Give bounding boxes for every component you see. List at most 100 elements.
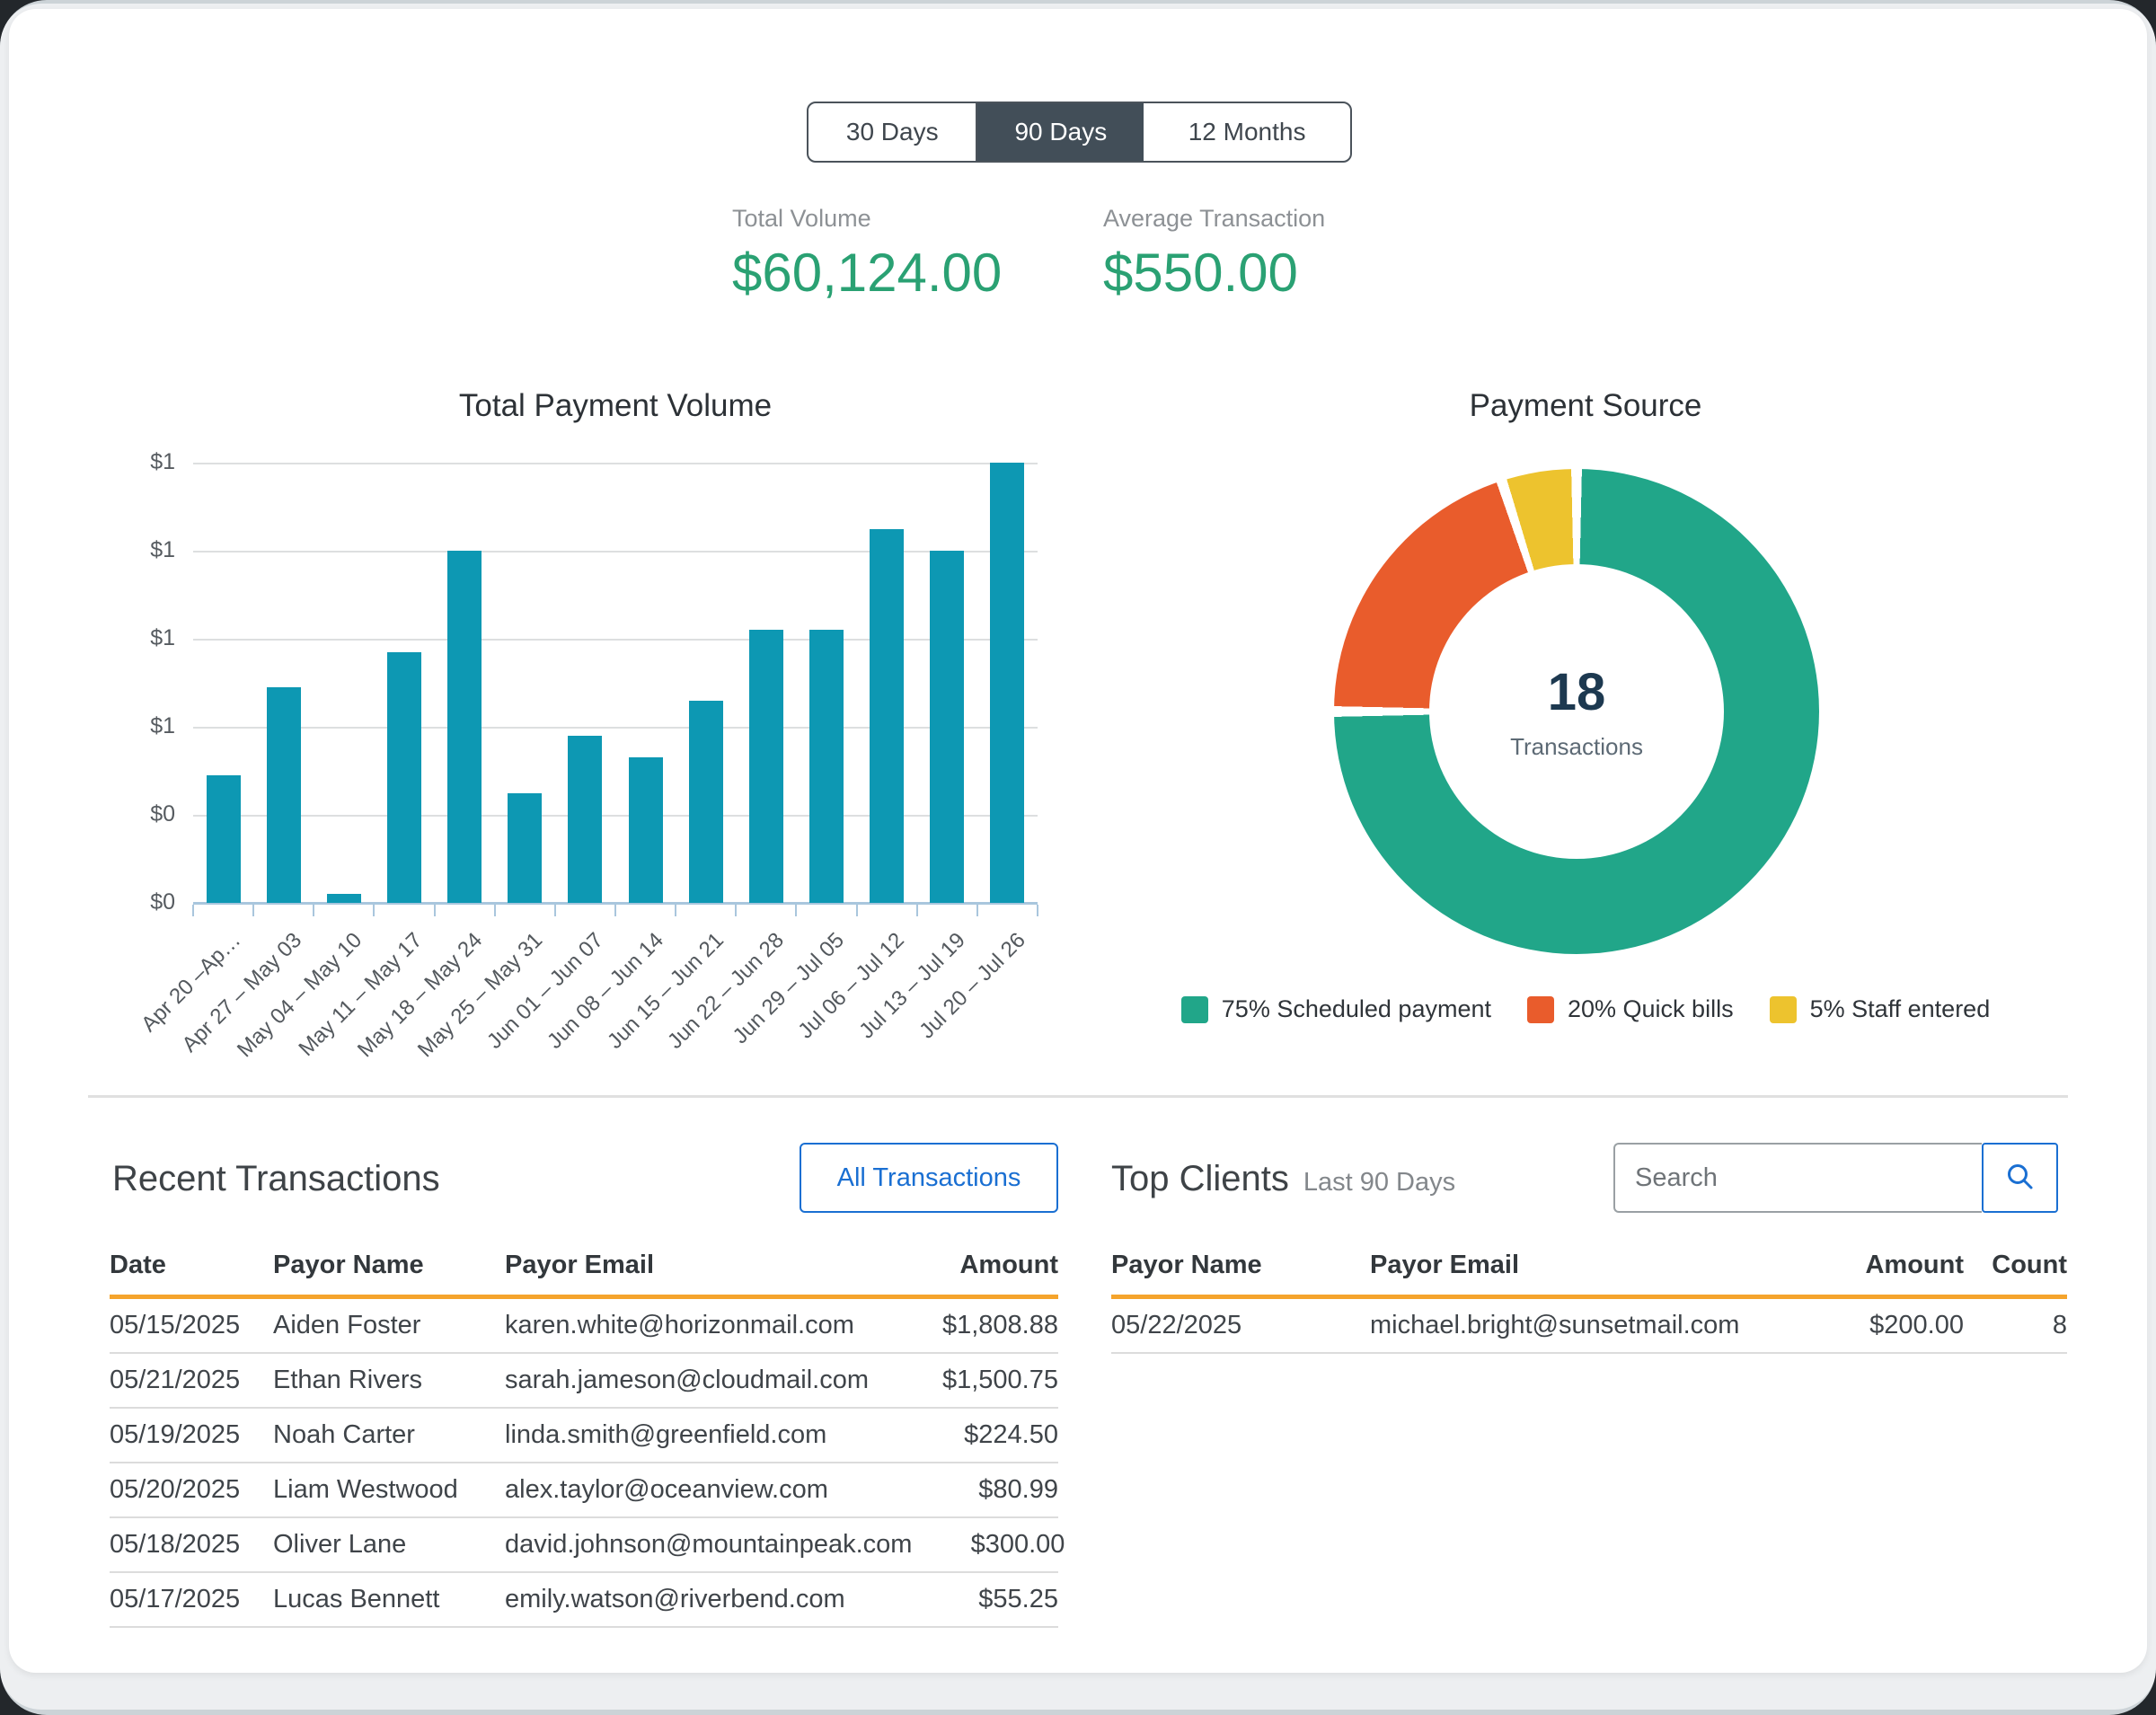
cell-date: 05/15/2025 bbox=[110, 1311, 273, 1340]
y-axis-label: $1 bbox=[103, 537, 175, 563]
cell-payor-email: linda.smith@greenfield.com bbox=[505, 1420, 906, 1450]
volume-bar-apr-27-may-03 bbox=[267, 687, 301, 903]
legend-item-staff-entered: 5% Staff entered bbox=[1770, 995, 1991, 1023]
recent-transactions-table: Date Payor Name Payor Email Amount 05/15… bbox=[110, 1251, 1058, 1628]
axis-tick bbox=[976, 905, 978, 916]
axis-tick bbox=[554, 905, 556, 916]
table-row[interactable]: 05/17/2025Lucas Bennettemily.watson@rive… bbox=[110, 1573, 1058, 1628]
volume-bar-jun-29-jul-05 bbox=[809, 630, 844, 903]
header-amount: Amount bbox=[906, 1251, 1058, 1280]
cell-amount: $200.00 bbox=[1807, 1311, 1964, 1340]
cell-amount: $55.25 bbox=[906, 1585, 1058, 1614]
cell-payor-email: alex.taylor@oceanview.com bbox=[505, 1475, 906, 1505]
axis-tick bbox=[675, 905, 676, 916]
y-axis-label: $1 bbox=[103, 449, 175, 475]
volume-bar-jul-13-jul-19 bbox=[930, 551, 964, 903]
axis-tick bbox=[192, 905, 194, 916]
axis-tick bbox=[916, 905, 918, 916]
donut-center: 18 Transactions bbox=[1429, 564, 1724, 859]
cell-payor-email: emily.watson@riverbend.com bbox=[505, 1585, 906, 1614]
header-count: Count bbox=[1964, 1251, 2067, 1280]
donut-center-value: 18 bbox=[1548, 662, 1606, 722]
volume-bar-jun-22-jun-28 bbox=[749, 630, 783, 903]
cell-payor-name: Lucas Bennett bbox=[273, 1585, 505, 1614]
legend-item-scheduled-payment: 75% Scheduled payment bbox=[1181, 995, 1491, 1023]
axis-tick bbox=[614, 905, 616, 916]
recent-transactions-title: Recent Transactions bbox=[112, 1159, 440, 1199]
table-row[interactable]: 05/22/2025michael.bright@sunsetmail.com$… bbox=[1111, 1299, 2067, 1354]
search-input[interactable] bbox=[1613, 1143, 1982, 1213]
axis-tick bbox=[735, 905, 737, 916]
axis-tick bbox=[252, 905, 254, 916]
axis-tick bbox=[856, 905, 858, 916]
cell-payor-name: Liam Westwood bbox=[273, 1475, 505, 1505]
header-payor-name: Payor Name bbox=[1111, 1251, 1370, 1280]
cell-payor-name: Ethan Rivers bbox=[273, 1366, 505, 1395]
volume-bar-jun-15-jun-21 bbox=[689, 701, 723, 903]
legend-swatch bbox=[1770, 996, 1797, 1023]
table-row[interactable]: 05/20/2025Liam Westwoodalex.taylor@ocean… bbox=[110, 1463, 1058, 1518]
volume-bar-jul-06-jul-12 bbox=[870, 529, 904, 904]
table-row[interactable]: 05/21/2025Ethan Riverssarah.jameson@clou… bbox=[110, 1354, 1058, 1409]
cell-payor-email: karen.white@horizonmail.com bbox=[505, 1311, 906, 1340]
recent-table-header: Date Payor Name Payor Email Amount bbox=[110, 1251, 1058, 1299]
volume-bar-jun-08-jun-14 bbox=[629, 757, 663, 903]
table-row[interactable]: 05/19/2025Noah Carterlinda.smith@greenfi… bbox=[110, 1409, 1058, 1463]
gridline bbox=[193, 463, 1038, 464]
search-icon bbox=[2003, 1161, 2037, 1195]
top-clients-title: Top ClientsLast 90 Days bbox=[1111, 1159, 1455, 1199]
volume-bar-may-11-may-17 bbox=[387, 652, 421, 903]
gridline bbox=[193, 815, 1038, 817]
cell-payor-name: Oliver Lane bbox=[273, 1530, 505, 1560]
header-payor-email: Payor Email bbox=[505, 1251, 906, 1280]
volume-bar-jul-20-jul-26 bbox=[990, 463, 1024, 903]
axis-tick bbox=[434, 905, 436, 916]
cell-amount: $80.99 bbox=[906, 1475, 1058, 1505]
gridline bbox=[193, 727, 1038, 729]
x-axis-label: Jul 06 – Jul 12 bbox=[794, 928, 910, 1044]
cell-amount: $300.00 bbox=[912, 1530, 1065, 1560]
cell-amount: $1,500.75 bbox=[906, 1366, 1058, 1395]
search-button[interactable] bbox=[1982, 1143, 2058, 1213]
top-clients-table-header: Payor Name Payor Email Amount Count bbox=[1111, 1251, 2067, 1299]
cell-payor-email: sarah.jameson@cloudmail.com bbox=[505, 1366, 906, 1395]
cell-payor-email: michael.bright@sunsetmail.com bbox=[1370, 1311, 1807, 1340]
axis-tick bbox=[494, 905, 496, 916]
gridline bbox=[193, 639, 1038, 641]
cell-date: 05/19/2025 bbox=[110, 1420, 273, 1450]
table-row[interactable]: 05/18/2025Oliver Lanedavid.johnson@mount… bbox=[110, 1518, 1058, 1573]
axis-tick bbox=[1037, 905, 1038, 916]
legend-swatch bbox=[1181, 996, 1208, 1023]
donut-chart-title: Payment Source bbox=[1231, 388, 1940, 424]
y-axis-label: $1 bbox=[103, 625, 175, 651]
cell-amount: $224.50 bbox=[906, 1420, 1058, 1450]
y-axis-label: $0 bbox=[103, 801, 175, 827]
volume-bar-jun-01-jun-07 bbox=[568, 736, 602, 903]
y-axis-label: $1 bbox=[103, 713, 175, 739]
payment-source-donut: 18 Transactions bbox=[1334, 469, 1819, 954]
axis-tick bbox=[313, 905, 314, 916]
cell-payor-name: 05/22/2025 bbox=[1111, 1311, 1370, 1340]
cell-date: 05/17/2025 bbox=[110, 1585, 273, 1614]
donut-legend: 75% Scheduled payment20% Quick bills5% S… bbox=[1195, 995, 1976, 1023]
x-axis-label: Jul 13 – Jul 19 bbox=[854, 928, 970, 1044]
axis-tick bbox=[795, 905, 797, 916]
table-row[interactable]: 05/15/2025Aiden Fosterkaren.white@horizo… bbox=[110, 1299, 1058, 1354]
donut-center-label: Transactions bbox=[1510, 733, 1643, 761]
header-payor-name: Payor Name bbox=[273, 1251, 505, 1280]
cell-amount: $1,808.88 bbox=[906, 1311, 1058, 1340]
volume-bar-may-04-may-10 bbox=[327, 894, 361, 903]
y-axis-label: $0 bbox=[103, 889, 175, 915]
cell-payor-email: david.johnson@mountainpeak.com bbox=[505, 1530, 912, 1560]
legend-swatch bbox=[1527, 996, 1554, 1023]
volume-bar-apr-20-ap bbox=[207, 775, 241, 903]
legend-label: 5% Staff entered bbox=[1810, 995, 1991, 1023]
top-clients-table: Payor Name Payor Email Amount Count 05/2… bbox=[1111, 1251, 2067, 1354]
volume-bar-may-18-may-24 bbox=[447, 551, 482, 903]
volume-bar-may-25-may-31 bbox=[508, 793, 542, 904]
all-transactions-button[interactable]: All Transactions bbox=[800, 1143, 1058, 1213]
cell-count: 8 bbox=[1964, 1311, 2067, 1340]
header-amount: Amount bbox=[1807, 1251, 1964, 1280]
x-axis-label: Jul 20 – Jul 26 bbox=[915, 928, 1030, 1044]
cell-date: 05/21/2025 bbox=[110, 1366, 273, 1395]
